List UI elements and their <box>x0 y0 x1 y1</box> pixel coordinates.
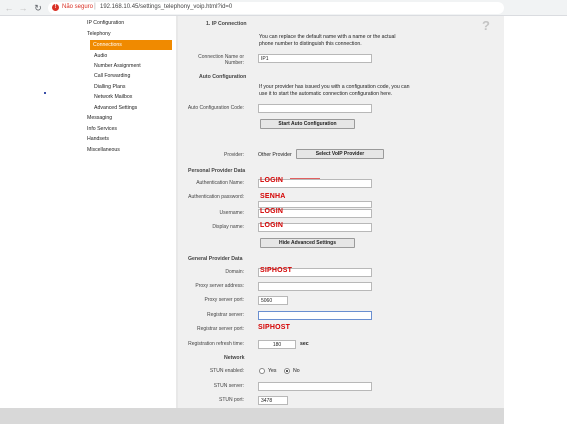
auth-password-annotation: SENHA <box>260 193 286 200</box>
connection-name-input[interactable]: IP1 <box>258 54 372 63</box>
sidebar-item-connections[interactable]: Connections <box>90 40 172 50</box>
registrar-port-label: Registrar server port: <box>197 326 244 332</box>
auto-config-code-label: Auto Configuration Code: <box>187 105 244 111</box>
sidebar-item-info-services[interactable]: Info Services <box>87 126 117 132</box>
stray-dot <box>44 92 46 94</box>
stun-no-label: No <box>293 368 300 374</box>
auth-name-annotation: LOGIN <box>260 177 284 184</box>
provider-label: Provider: <box>223 152 244 158</box>
proxy-port-label: Proxy server port: <box>204 297 244 303</box>
display-name-annotation: LOGIN <box>260 222 284 229</box>
sidebar-item-number-assignment[interactable]: Number Assignment <box>94 63 141 69</box>
warning-icon: ! <box>52 4 59 11</box>
sidebar-item-miscellaneous[interactable]: Miscellaneous <box>87 147 120 153</box>
sidebar-item-handsets[interactable]: Handsets <box>87 136 109 142</box>
auto-config-code-input[interactable] <box>258 104 372 113</box>
hide-advanced-settings-button[interactable]: Hide Advanced Settings <box>260 238 355 248</box>
url-text[interactable]: 192.168.10.45/settings_telephony_voip.ht… <box>100 4 232 10</box>
proxy-address-label: Proxy server address: <box>195 283 244 289</box>
domain-label: Domain: <box>225 269 244 275</box>
help-icon[interactable]: ? <box>482 18 490 33</box>
auto-config-description: If your provider has issued you with a c… <box>259 84 410 97</box>
page-frame: IP Configuration Telephony Connections A… <box>84 16 504 408</box>
auto-config-title: Auto Configuration <box>199 74 247 80</box>
back-arrow-icon[interactable]: ← <box>4 3 14 13</box>
stun-no-radio[interactable] <box>284 368 290 374</box>
display-name-label: Display name: <box>212 224 244 230</box>
refresh-time-label: Registration refresh time: <box>188 341 244 347</box>
sidebar-item-ip-configuration[interactable]: IP Configuration <box>87 20 124 26</box>
reload-icon[interactable]: ↻ <box>33 3 43 13</box>
select-voip-provider-button[interactable]: Select VoIP Provider <box>296 149 384 159</box>
registrar-server-input[interactable] <box>258 311 372 320</box>
sidebar-item-network-mailbox[interactable]: Network Mailbox <box>94 94 132 100</box>
personal-data-title: Personal Provider Data <box>188 168 246 174</box>
auth-password-input[interactable] <box>258 201 372 208</box>
refresh-time-input[interactable]: 180 <box>258 340 296 349</box>
sidebar-nav: IP Configuration Telephony Connections A… <box>84 16 176 408</box>
proxy-port-input[interactable]: 5060 <box>258 296 288 305</box>
stun-yes-radio[interactable] <box>259 368 265 374</box>
connection-name-label-line2: Number: <box>224 60 244 66</box>
start-auto-config-button[interactable]: Start Auto Configuration <box>260 119 355 129</box>
sidebar-item-audio[interactable]: Audio <box>94 53 107 59</box>
proxy-address-input[interactable] <box>258 282 372 291</box>
stun-port-input[interactable]: 3478 <box>258 396 288 405</box>
forward-arrow-icon[interactable]: → <box>18 3 28 13</box>
stun-port-label: STUN port: <box>218 397 244 403</box>
username-annotation: LOGIN <box>260 208 284 215</box>
general-data-title: General Provider Data <box>188 256 243 262</box>
ip-connection-description: You can replace the default name with a … <box>259 34 396 47</box>
browser-toolbar: ← → ↻ ! Não seguro | 192.168.10.45/setti… <box>0 0 567 16</box>
address-bar[interactable]: ! Não seguro | 192.168.10.45/settings_te… <box>48 2 504 14</box>
sidebar-item-advanced-settings[interactable]: Advanced Settings <box>94 105 137 111</box>
stun-yes-label: Yes <box>268 368 277 374</box>
settings-content: 1. IP Connection You can replace the def… <box>178 16 504 408</box>
stun-server-input[interactable] <box>258 382 372 391</box>
registrar-server-label: Registrar server: <box>207 312 244 318</box>
sidebar-item-call-forwarding[interactable]: Call Forwarding <box>94 73 130 79</box>
domain-annotation: SIPHOST <box>260 267 293 274</box>
registrar-port-annotation: SIPHOST <box>258 324 291 331</box>
sidebar-item-dialling-plans[interactable]: Dialling Plans <box>94 84 125 90</box>
refresh-time-unit: sec <box>300 341 309 347</box>
stun-server-label: STUN server: <box>213 383 244 389</box>
auth-name-label: Authentication Name: <box>196 180 244 186</box>
username-label: Username: <box>219 210 244 216</box>
insecure-label: Não seguro <box>62 4 94 10</box>
bottom-strip <box>0 408 504 424</box>
provider-value: Other Provider <box>258 152 292 158</box>
stun-enabled-label: STUN enabled: <box>209 368 244 374</box>
sidebar-item-messaging[interactable]: Messaging <box>87 115 112 121</box>
sidebar-item-telephony[interactable]: Telephony <box>87 31 111 37</box>
auth-password-label: Authentication password: <box>188 194 244 200</box>
network-title: Network <box>224 355 245 361</box>
url-separator: | <box>94 3 96 10</box>
ip-connection-title: 1. IP Connection <box>206 21 247 27</box>
redaction-mark <box>290 178 320 179</box>
